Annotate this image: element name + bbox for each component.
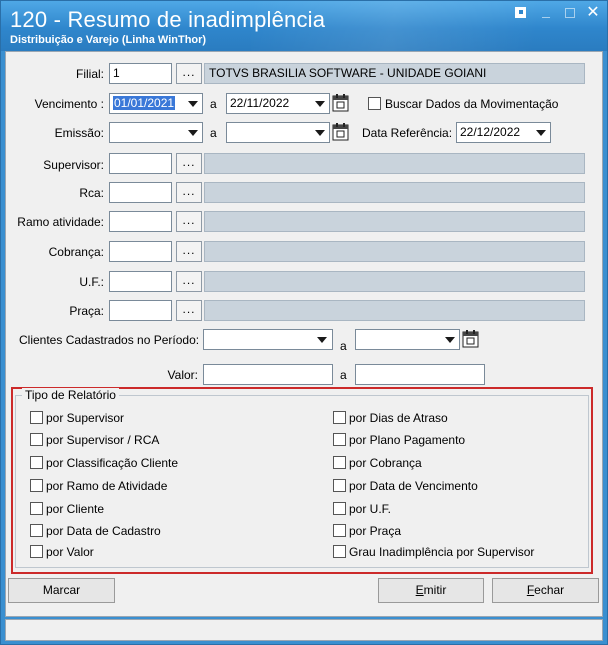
rca-lookup-button[interactable]: ...: [176, 182, 202, 203]
supervisor-lookup-button[interactable]: ...: [176, 153, 202, 174]
data-referencia-label: Data Referência:: [362, 126, 453, 140]
por-ramo-atividade-label: por Ramo de Atividade: [46, 479, 168, 493]
por-plano-pagamento-checkbox[interactable]: [333, 433, 346, 446]
chevron-down-icon[interactable]: [185, 94, 202, 113]
rca-label: Rca:: [79, 186, 104, 200]
filial-input[interactable]: 1: [109, 63, 172, 84]
emitir-label-post: mitir: [423, 583, 447, 597]
marcar-button[interactable]: Marcar: [8, 578, 115, 603]
clientes-periodo-label: Clientes Cadastrados no Período:: [19, 333, 200, 347]
calendar-icon[interactable]: [332, 122, 349, 141]
vencimento-label: Vencimento :: [34, 97, 104, 111]
cobranca-label: Cobrança:: [48, 245, 104, 259]
supervisor-description: [204, 153, 585, 174]
chevron-down-icon[interactable]: [533, 123, 550, 142]
uf-description: [204, 271, 585, 292]
buscar-dados-label: Buscar Dados da Movimentação: [385, 97, 559, 111]
valor-sep: a: [340, 368, 347, 382]
ramo-atividade-label: Ramo atividade:: [17, 215, 104, 229]
cobranca-lookup-button[interactable]: ...: [176, 241, 202, 262]
por-cliente-checkbox[interactable]: [30, 502, 43, 515]
window-title: 120 - Resumo de inadimplência: [10, 7, 326, 32]
praca-lookup-button[interactable]: ...: [176, 300, 202, 321]
emissao-sep: a: [210, 126, 217, 140]
restore-icon[interactable]: [512, 5, 528, 21]
por-praca-checkbox[interactable]: [333, 524, 346, 537]
calendar-icon[interactable]: [462, 329, 479, 348]
praca-label: Praça:: [69, 304, 104, 318]
uf-lookup-button[interactable]: ...: [176, 271, 202, 292]
supervisor-input[interactable]: [109, 153, 172, 174]
por-classificacao-cliente-label: por Classificação Cliente: [46, 456, 179, 470]
valor-start-input[interactable]: [203, 364, 333, 385]
ramo-atividade-input[interactable]: [109, 211, 172, 232]
ramo-atividade-description: [204, 211, 585, 232]
valor-label: Valor:: [167, 368, 198, 382]
por-cliente-label: por Cliente: [46, 502, 105, 516]
por-valor-checkbox[interactable]: [30, 545, 43, 558]
uf-input[interactable]: [109, 271, 172, 292]
por-data-vencimento-checkbox[interactable]: [333, 479, 346, 492]
por-praca-label: por Praça: [349, 524, 402, 538]
filial-lookup-button[interactable]: ...: [176, 63, 202, 84]
por-supervisor-rca-label: por Supervisor / RCA: [46, 433, 160, 447]
chevron-down-icon[interactable]: [312, 123, 329, 142]
por-dias-atraso-label: por Dias de Atraso: [349, 411, 448, 425]
chevron-down-icon[interactable]: [442, 330, 459, 349]
praca-description: [204, 300, 585, 321]
cobranca-description: [204, 241, 585, 262]
clientes-periodo-sep: a: [340, 339, 347, 353]
tipo-relatorio-legend: Tipo de Relatório: [22, 388, 119, 402]
uf-label: U.F.:: [79, 275, 104, 289]
por-ramo-atividade-checkbox[interactable]: [30, 479, 43, 492]
por-supervisor-rca-checkbox[interactable]: [30, 433, 43, 446]
grau-inadimplencia-supervisor-label: Grau Inadimplência por Supervisor: [349, 545, 535, 559]
por-dias-atraso-checkbox[interactable]: [333, 411, 346, 424]
por-classificacao-cliente-checkbox[interactable]: [30, 456, 43, 469]
por-data-cadastro-checkbox[interactable]: [30, 524, 43, 537]
grau-inadimplencia-supervisor-checkbox[interactable]: [333, 545, 346, 558]
close-icon[interactable]: ✕: [585, 5, 601, 21]
por-plano-pagamento-label: por Plano Pagamento: [349, 433, 466, 447]
por-uf-checkbox[interactable]: [333, 502, 346, 515]
valor-end-input[interactable]: [355, 364, 485, 385]
por-supervisor-label: por Supervisor: [46, 411, 125, 425]
por-cobranca-label: por Cobrança: [349, 456, 422, 470]
calendar-icon[interactable]: [332, 93, 349, 112]
emitir-button[interactable]: Emitir: [378, 578, 484, 603]
status-bar: [5, 619, 603, 641]
por-supervisor-checkbox[interactable]: [30, 411, 43, 424]
cobranca-input[interactable]: [109, 241, 172, 262]
ramo-atividade-lookup-button[interactable]: ...: [176, 211, 202, 232]
vencimento-sep: a: [210, 97, 217, 111]
chevron-down-icon[interactable]: [185, 123, 202, 142]
filial-label: Filial:: [75, 67, 104, 81]
por-cobranca-checkbox[interactable]: [333, 456, 346, 469]
title-bar[interactable]: 120 - Resumo de inadimplência Distribuiç…: [1, 1, 607, 51]
por-data-cadastro-label: por Data de Cadastro: [46, 524, 161, 538]
por-uf-label: por U.F.: [349, 502, 392, 516]
rca-description: [204, 182, 585, 203]
chevron-down-icon[interactable]: [312, 94, 329, 113]
vencimento-start-value: 01/01/2021: [113, 96, 176, 110]
minimize-icon[interactable]: _: [538, 3, 554, 19]
fechar-label-post: echar: [534, 583, 565, 597]
fechar-button[interactable]: Fechar: [492, 578, 599, 603]
buscar-dados-checkbox[interactable]: [368, 97, 381, 110]
filial-description: TOTVS BRASILIA SOFTWARE - UNIDADE GOIANI: [204, 63, 585, 84]
supervisor-label: Supervisor:: [43, 158, 104, 172]
rca-input[interactable]: [109, 182, 172, 203]
por-valor-label: por Valor: [46, 545, 94, 559]
emitir-accelerator: E: [415, 583, 424, 597]
emissao-label: Emissão:: [54, 126, 104, 140]
window-subtitle: Distribuição e Varejo (Linha WinThor): [10, 34, 207, 46]
praca-input[interactable]: [109, 300, 172, 321]
maximize-icon[interactable]: [562, 5, 578, 21]
por-data-vencimento-label: por Data de Vencimento: [349, 479, 478, 493]
chevron-down-icon[interactable]: [314, 330, 331, 349]
